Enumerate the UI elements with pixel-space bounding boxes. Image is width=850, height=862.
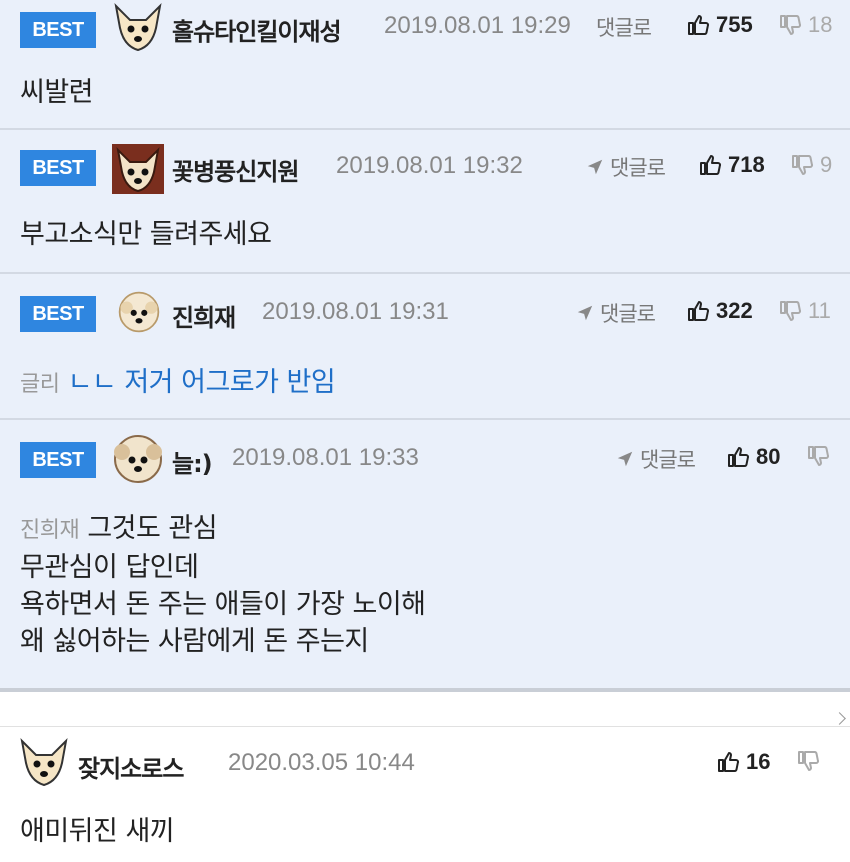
best-badge: BEST	[20, 150, 96, 186]
dislike-button[interactable]	[806, 444, 836, 468]
comment-line: 욕하면서 돈 주는 애들이 가장 노이해	[20, 589, 426, 620]
reply-arrow-icon	[577, 305, 593, 321]
dislike-button[interactable]	[796, 749, 826, 773]
best-comments-section: BEST 홀슈타인킬이재성 2019.08.01 19:29 댓글로 755 1…	[0, 0, 850, 688]
best-comment: BEST 홀슈타인킬이재성 2019.08.01 19:29 댓글로 755 1…	[0, 0, 850, 130]
best-comment: BEST 꽃병풍신지원 2019.08.01 19:32 댓글로 718 9 부…	[0, 130, 850, 274]
reply-button[interactable]: 댓글로	[596, 12, 652, 42]
comment-header: BEST 진희재 2019.08.01 19:31 댓글로 322 11	[0, 274, 850, 350]
avatar[interactable]	[112, 144, 164, 194]
like-button[interactable]: 16	[716, 749, 770, 775]
comment-text: 글리 ㄴㄴ 저거 어그로가 반임	[0, 350, 850, 403]
normal-comments-section: 잦지소로스 2020.03.05 10:44 16 애미뒤진 새끼	[0, 692, 850, 859]
reply-label: 댓글로	[610, 156, 666, 180]
best-badge: BEST	[20, 12, 96, 48]
like-button[interactable]: 80	[726, 444, 780, 470]
dislike-button[interactable]: 11	[778, 298, 831, 324]
dislike-count: 9	[820, 152, 833, 177]
corner-mark	[833, 712, 846, 725]
comment-text: 씨발련	[20, 77, 94, 108]
comment-body: 그것도 관심	[87, 513, 218, 544]
timestamp: 2019.08.01 19:31	[262, 298, 449, 325]
comment-line: 왜 싫어하는 사람에게 돈 주는지	[20, 626, 369, 657]
like-count: 16	[746, 749, 771, 774]
timestamp: 2019.08.01 19:33	[232, 444, 419, 471]
like-button[interactable]: 755	[686, 12, 753, 38]
avatar[interactable]	[116, 290, 162, 334]
reply-arrow-icon	[617, 451, 633, 467]
comment-text: 진희재 그것도 관심 무관심이 답인데 욕하면서 돈 주는 애들이 가장 노이해…	[0, 496, 850, 660]
best-comment: BEST 진희재 2019.08.01 19:31 댓글로 322 11 글리 …	[0, 274, 850, 420]
best-comment: BEST 늘:) 2019.08.01 19:33 댓글로 80 진희재 그것도…	[0, 420, 850, 688]
avatar[interactable]	[112, 2, 164, 52]
thumbs-down-icon	[798, 751, 819, 771]
comment: 잦지소로스 2020.03.05 10:44 16 애미뒤진 새끼	[0, 727, 850, 859]
reply-target-name[interactable]: 글리	[20, 372, 60, 397]
dislike-count: 11	[808, 298, 831, 323]
comment-header: BEST 꽃병풍신지원 2019.08.01 19:32 댓글로 718 9	[0, 130, 850, 206]
reply-label: 댓글로	[640, 448, 696, 472]
dislike-count: 18	[808, 12, 833, 37]
comment-header: BEST 늘:) 2019.08.01 19:33 댓글로 80	[0, 420, 850, 496]
nickname[interactable]: 꽃병풍신지원	[172, 152, 299, 187]
thumbs-up-icon	[718, 752, 739, 772]
thumbs-down-icon	[780, 301, 801, 321]
timestamp: 2020.03.05 10:44	[228, 749, 415, 776]
thumbs-down-icon	[808, 446, 829, 466]
best-badge: BEST	[20, 442, 96, 478]
like-button[interactable]: 718	[698, 152, 765, 178]
avatar[interactable]	[112, 434, 164, 484]
avatar[interactable]	[18, 737, 70, 787]
reply-button[interactable]: 댓글로	[616, 444, 696, 474]
nickname[interactable]: 홀슈타인킬이재성	[172, 12, 342, 47]
reply-label: 댓글로	[600, 302, 656, 326]
nickname[interactable]: 잦지소로스	[78, 749, 184, 784]
section-gap	[0, 692, 850, 727]
reply-target-name[interactable]: 진희재	[20, 518, 80, 543]
like-count: 322	[716, 298, 753, 323]
like-count: 80	[756, 444, 781, 469]
comment-line: 무관심이 답인데	[20, 552, 199, 583]
like-count: 755	[716, 12, 753, 37]
thumbs-up-icon	[688, 301, 709, 321]
reply-button[interactable]: 댓글로	[586, 152, 666, 182]
comment-line: 진희재 그것도 관심	[20, 510, 830, 549]
thumbs-up-icon	[700, 155, 721, 175]
timestamp: 2019.08.01 19:32	[336, 152, 523, 179]
comment-header: 잦지소로스 2020.03.05 10:44 16	[0, 727, 850, 799]
reply-label: 댓글로	[596, 16, 652, 40]
comment-body: ㄴㄴ 저거 어그로가 반임	[67, 367, 336, 398]
thumbs-up-icon	[688, 15, 709, 35]
best-badge: BEST	[20, 296, 96, 332]
timestamp: 2019.08.01 19:29	[384, 12, 571, 39]
reply-arrow-icon	[587, 159, 603, 175]
reply-button[interactable]: 댓글로	[576, 298, 656, 328]
nickname[interactable]: 진희재	[172, 298, 236, 333]
like-button[interactable]: 322	[686, 298, 753, 324]
dislike-button[interactable]: 9	[790, 152, 832, 178]
like-count: 718	[728, 152, 765, 177]
comment-text: 애미뒤진 새끼	[20, 816, 175, 847]
thumbs-down-icon	[792, 155, 813, 175]
comment-header: BEST 홀슈타인킬이재성 2019.08.01 19:29 댓글로 755 1…	[0, 0, 850, 62]
thumbs-up-icon	[728, 447, 749, 467]
dislike-button[interactable]: 18	[778, 12, 832, 38]
nickname[interactable]: 늘:)	[172, 444, 213, 479]
thumbs-down-icon	[780, 15, 801, 35]
comment-text: 부고소식만 들려주세요	[20, 219, 272, 250]
